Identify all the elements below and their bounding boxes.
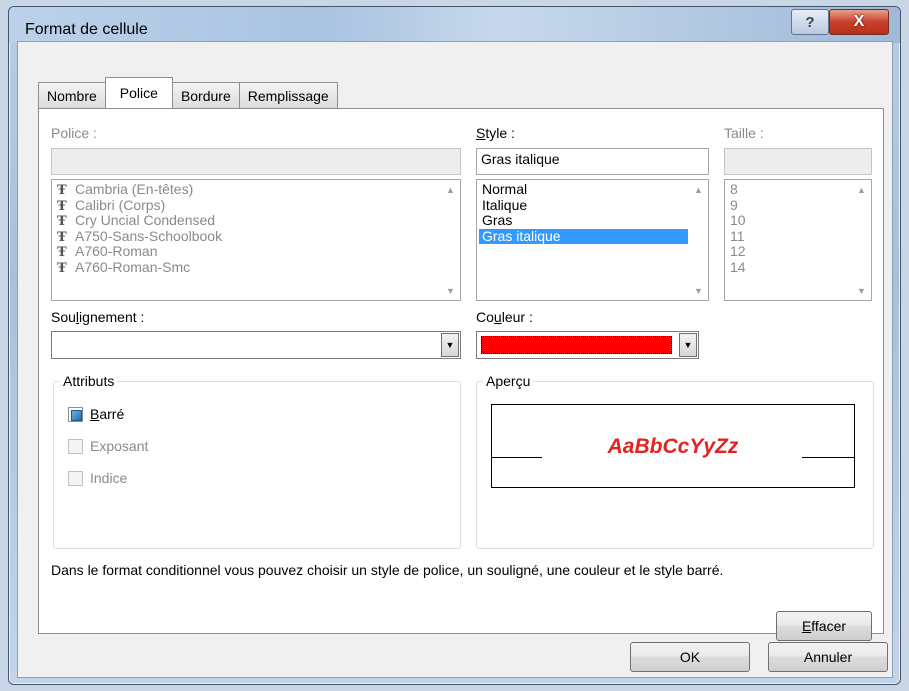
size-input (724, 148, 872, 175)
underline-combobox[interactable]: ▼ (51, 331, 461, 359)
size-label: Taille : (724, 125, 764, 141)
truetype-icon: Ŧ (57, 214, 67, 229)
style-list-item[interactable]: Normal (479, 181, 688, 198)
font-list-item: Ŧ A760-Roman-Smc (57, 258, 191, 276)
police-tab-panel: Police : Ŧ Cambria (En-têtes) Ŧ Calibri (C… (38, 108, 884, 641)
dialog-title: Format de cellule (25, 21, 148, 38)
scroll-down-icon: ▼ (857, 285, 866, 296)
superscript-label: Exposant (90, 438, 149, 454)
style-input[interactable]: Gras italique (476, 148, 709, 175)
dialog-window: Format de cellule ? X Nombre Police Bord… (8, 6, 901, 685)
truetype-icon: Ŧ (57, 229, 67, 245)
superscript-checkbox: Exposant (68, 438, 148, 454)
color-picker[interactable]: ▼ (476, 331, 699, 359)
clear-button[interactable]: Effacer (776, 611, 872, 641)
checkbox-box (68, 470, 83, 486)
size-list-item: 11 (730, 227, 745, 244)
preview-box: AaBbCcYyZz (491, 404, 855, 488)
attributes-group: Attributs Barré Exposant Indice (53, 373, 461, 549)
tab-police[interactable]: Police (104, 77, 173, 108)
font-list-scrollbar: ▲ ▼ (442, 181, 459, 299)
strikethrough-label: Barré (90, 406, 125, 422)
checkbox-box (68, 438, 83, 454)
size-list: 8 9 10 11 12 14 ▲ ▼ (724, 179, 872, 301)
underline-label: Soulignement : (51, 309, 145, 325)
tab-strip: Nombre Police Bordure Remplissage (38, 77, 338, 108)
style-list-item-selected[interactable]: Gras italique (479, 228, 688, 244)
scroll-up-icon: ▲ (446, 184, 455, 195)
preview-group-title: Aperçu (483, 373, 534, 389)
tab-bordure[interactable]: Bordure (171, 82, 240, 108)
chevron-down-icon[interactable]: ▼ (441, 333, 459, 357)
checkbox-box[interactable] (68, 406, 83, 422)
title-bar[interactable]: Format de cellule ? X (9, 7, 900, 43)
tab-remplissage[interactable]: Remplissage (238, 82, 338, 108)
attributes-group-title: Attributs (60, 373, 118, 389)
truetype-icon: Ŧ (57, 245, 67, 260)
preview-group: Aperçu AaBbCcYyZz (476, 373, 874, 549)
style-list-scrollbar[interactable]: ▲ ▼ (690, 181, 707, 299)
color-swatch (481, 336, 672, 354)
size-list-scrollbar: ▲ ▼ (853, 181, 870, 299)
style-label: Style : (476, 125, 515, 141)
font-label: Police : (51, 125, 97, 141)
scroll-up-icon: ▲ (857, 184, 866, 195)
ok-button[interactable]: OK (630, 642, 750, 672)
style-list-item[interactable]: Italique (479, 197, 688, 214)
preview-sample-text: AaBbCcYyZz (607, 435, 739, 458)
subscript-checkbox: Indice (68, 470, 127, 486)
strikethrough-checkbox[interactable]: Barré (68, 406, 124, 422)
truetype-icon: Ŧ (57, 260, 67, 276)
font-list: Ŧ Cambria (En-têtes) Ŧ Calibri (Corps) Ŧ Cr… (51, 179, 461, 301)
scroll-down-icon: ▼ (446, 285, 455, 296)
color-label: Couleur : (476, 309, 533, 325)
help-button[interactable]: ? (791, 9, 829, 35)
style-list[interactable]: Normal Italique Gras Gras italique ▲ ▼ (476, 179, 709, 301)
truetype-icon: Ŧ (57, 183, 67, 198)
scroll-down-icon[interactable]: ▼ (690, 282, 707, 299)
size-list-item: 8 (730, 181, 738, 197)
font-input (51, 148, 461, 175)
font-list-item: Ŧ A750-Sans-Schoolbook (57, 227, 223, 245)
conditional-format-note: Dans le format conditionnel vous pouvez … (51, 562, 724, 578)
cancel-button[interactable]: Annuler (768, 642, 888, 672)
close-icon: X (853, 13, 865, 30)
tab-nombre[interactable]: Nombre (38, 82, 106, 108)
font-list-item: Ŧ Calibri (Corps) (57, 196, 166, 214)
subscript-label: Indice (90, 470, 128, 486)
font-list-item: Ŧ A760-Roman (57, 243, 158, 260)
style-list-item[interactable]: Gras (479, 212, 688, 229)
scroll-up-icon[interactable]: ▲ (690, 181, 707, 198)
help-icon: ? (805, 13, 815, 31)
size-list-item: 12 (730, 243, 746, 259)
size-list-item: 9 (730, 196, 738, 213)
size-list-item: 14 (730, 258, 746, 275)
chevron-down-icon[interactable]: ▼ (679, 333, 697, 357)
truetype-icon: Ŧ (57, 198, 67, 214)
close-button[interactable]: X (829, 9, 889, 35)
font-list-item: Ŧ Cry Uncial Condensed (57, 212, 216, 229)
font-list-item: Ŧ Cambria (En-têtes) (57, 181, 194, 198)
dialog-client-area: Nombre Police Bordure Remplissage Police… (17, 41, 893, 678)
clear-button-label: Effacer (801, 618, 847, 634)
size-list-item: 10 (730, 212, 746, 228)
